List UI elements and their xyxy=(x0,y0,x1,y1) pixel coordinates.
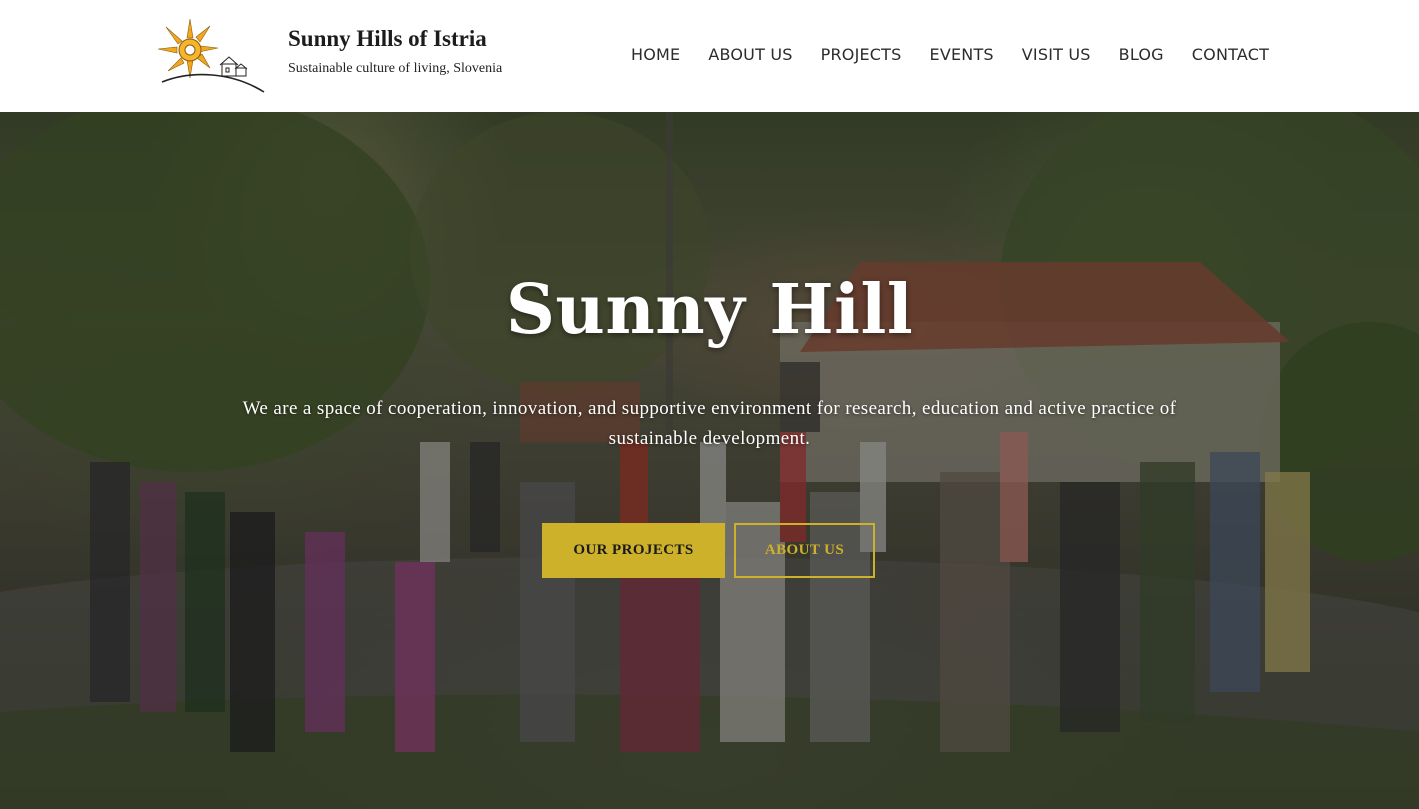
nav-item-projects[interactable]: PROJECTS xyxy=(821,44,902,68)
nav-item-visit-us[interactable]: VISIT US xyxy=(1022,44,1091,68)
site-title[interactable]: Sunny Hills of Istria xyxy=(288,26,487,52)
site-tagline: Sustainable culture of living, Slovenia xyxy=(288,61,503,76)
our-projects-button[interactable]: OUR PROJECTS xyxy=(542,523,725,578)
hero-section: Sunny Hill We are a space of cooperation… xyxy=(0,112,1419,809)
nav-item-home[interactable]: HOME xyxy=(631,44,680,68)
hero-title: Sunny Hill xyxy=(505,270,914,350)
main-nav: HOME ABOUT US PROJECTS EVENTS VISIT US B… xyxy=(631,44,1269,68)
site-header: Sunny Hills of Istria Sustainable cultur… xyxy=(0,0,1419,112)
nav-item-events[interactable]: EVENTS xyxy=(930,44,994,68)
site-logo[interactable] xyxy=(152,16,266,94)
hero-overlay xyxy=(0,112,1419,809)
hero-subtitle: We are a space of cooperation, innovatio… xyxy=(242,398,1177,449)
nav-item-contact[interactable]: CONTACT xyxy=(1192,44,1269,68)
nav-item-about-us[interactable]: ABOUT US xyxy=(708,44,792,68)
sun-logo-icon xyxy=(157,18,265,93)
nav-item-blog[interactable]: BLOG xyxy=(1119,44,1164,68)
about-us-button[interactable]: ABOUT US xyxy=(734,523,875,578)
